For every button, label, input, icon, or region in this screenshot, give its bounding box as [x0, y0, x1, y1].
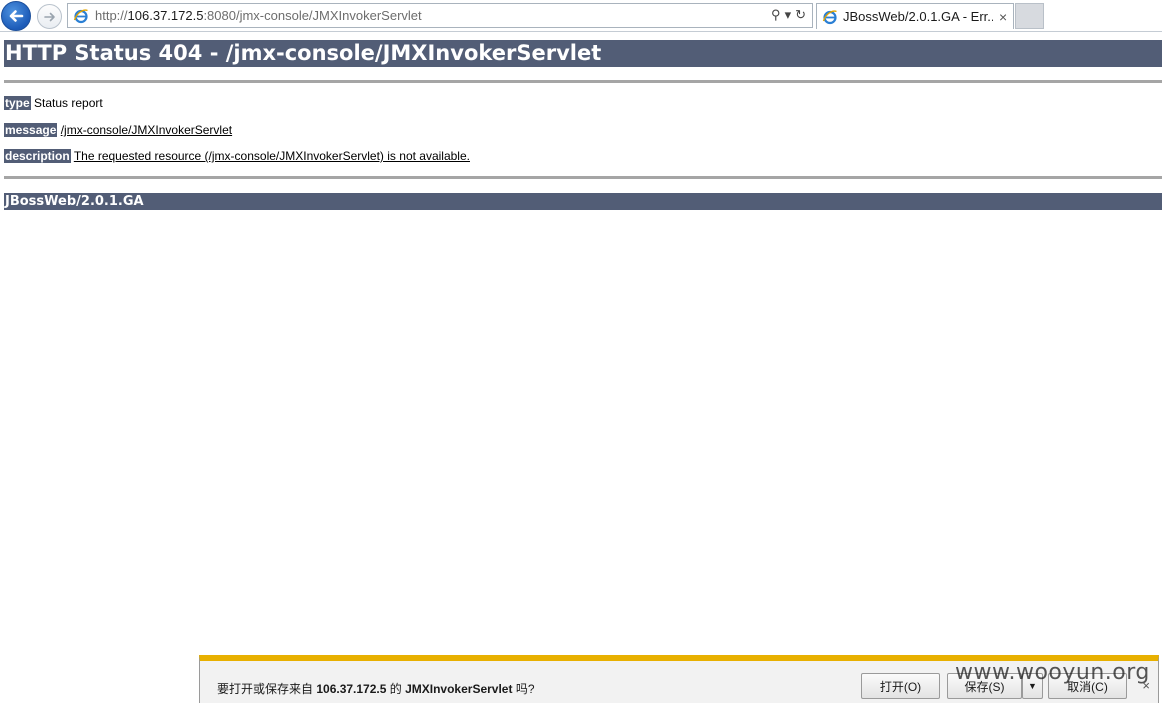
description-row: description The requested resource (/jmx… — [4, 149, 470, 164]
browser-toolbar: http://106.37.172.5:8080/jmx-console/JMX… — [0, 0, 1162, 32]
url-text[interactable]: http://106.37.172.5:8080/jmx-console/JMX… — [95, 8, 422, 23]
address-bar[interactable]: http://106.37.172.5:8080/jmx-console/JMX… — [67, 3, 813, 28]
back-arrow-icon — [9, 10, 24, 22]
search-icon[interactable]: ⚲ — [771, 7, 781, 23]
type-label: type — [4, 96, 31, 110]
close-tab-icon[interactable]: × — [999, 9, 1007, 25]
tab-title: JBossWeb/2.0.1.GA - Err... — [843, 9, 993, 24]
forward-arrow-icon — [43, 12, 55, 21]
download-prompt: 要打开或保存来自 106.37.172.5 的 JMXInvokerServle… — [217, 682, 535, 696]
message-label: message — [4, 123, 58, 137]
open-button[interactable]: 打开(O) — [861, 673, 940, 699]
message-value: /jmx-console/JMXInvokerServlet — [60, 123, 233, 137]
divider — [4, 176, 1162, 179]
forward-button[interactable] — [37, 4, 62, 29]
type-value: Status report — [34, 96, 103, 110]
new-tab-button[interactable] — [1015, 3, 1044, 29]
toolbar-divider — [0, 31, 1162, 32]
back-button[interactable] — [1, 1, 31, 31]
page-title: HTTP Status 404 - /jmx-console/JMXInvoke… — [4, 40, 1162, 67]
ie-logo-icon — [73, 8, 88, 23]
refresh-icon[interactable]: ↻ — [795, 7, 806, 23]
type-row: type Status report — [4, 96, 103, 111]
browser-tab[interactable]: JBossWeb/2.0.1.GA - Err... × — [816, 3, 1014, 29]
description-label: description — [4, 149, 71, 163]
server-signature: JBossWeb/2.0.1.GA — [4, 193, 1162, 210]
watermark: www.wooyun.org — [955, 660, 1150, 685]
message-row: message /jmx-console/JMXInvokerServlet — [4, 123, 232, 138]
chevron-down-icon[interactable]: ▾ — [785, 7, 792, 23]
ie-tab-icon — [822, 9, 837, 24]
divider — [4, 80, 1162, 83]
description-value: The requested resource (/jmx-console/JMX… — [73, 149, 470, 163]
